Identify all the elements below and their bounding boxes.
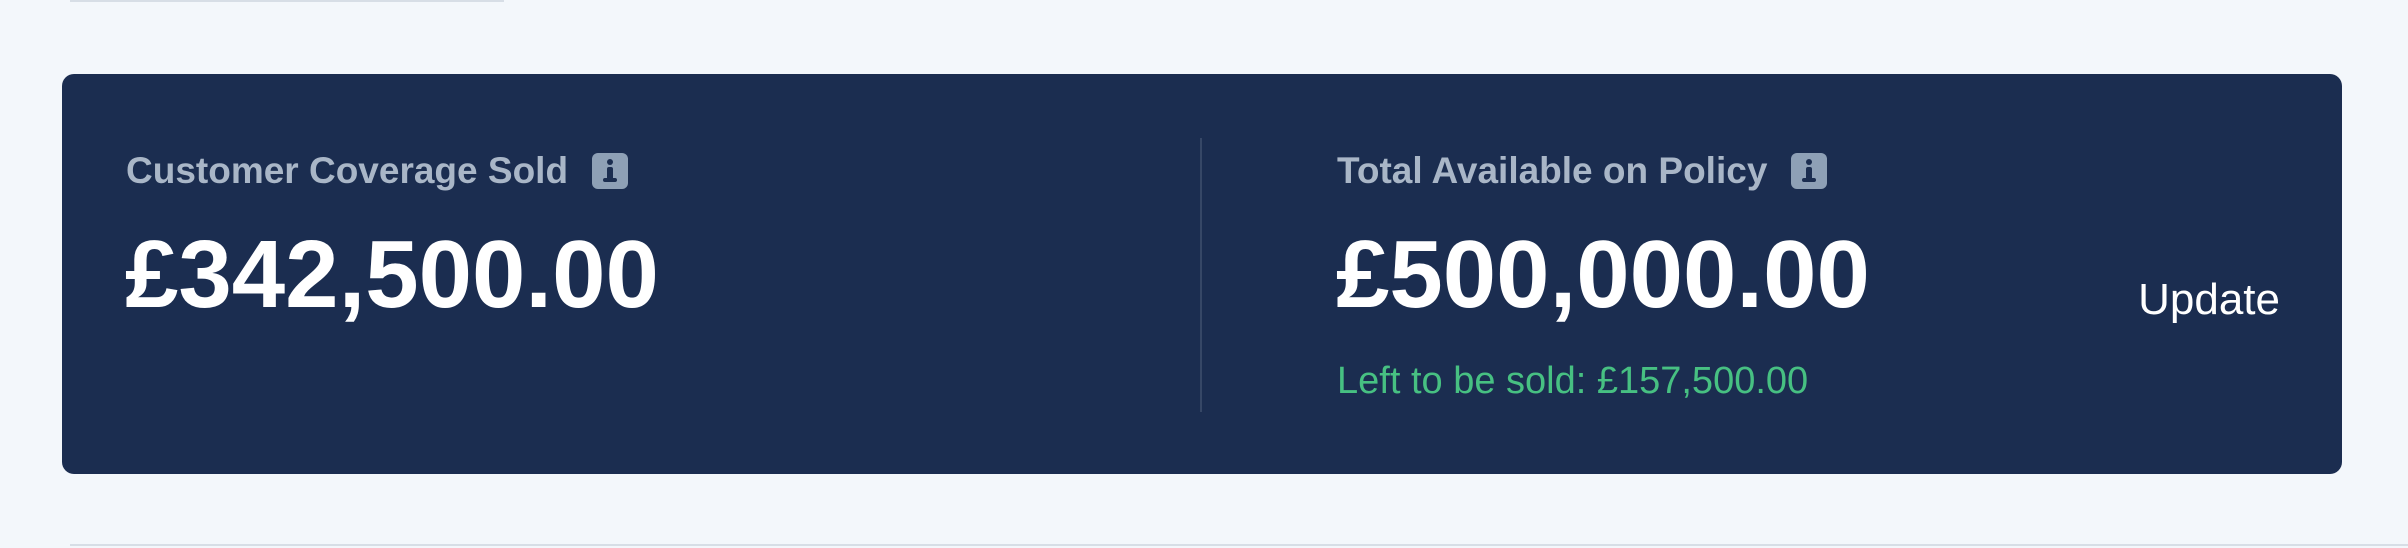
coverage-sold-label-group: Customer Coverage Sold [126,150,629,192]
total-available-label: Total Available on Policy [1337,150,1768,191]
info-icon[interactable] [592,153,629,189]
total-available-panel: Total Available on Policy £500,000.00 Le… [1200,74,2342,474]
coverage-sold-value: £342,500.00 [125,221,659,328]
coverage-sold-panel: Customer Coverage Sold £342,500.00 [62,74,1200,474]
update-button[interactable]: Update [2138,275,2280,325]
top-divider [70,0,504,2]
bottom-divider [70,544,2408,546]
coverage-summary-card: Customer Coverage Sold £342,500.00 Total… [62,74,2342,474]
left-to-be-sold-text: Left to be sold: £157,500.00 [1337,360,1809,402]
total-available-label-group: Total Available on Policy [1337,150,1828,192]
coverage-sold-label: Customer Coverage Sold [126,150,569,191]
total-available-value: £500,000.00 [1336,221,1870,328]
info-icon[interactable] [1791,153,1828,189]
